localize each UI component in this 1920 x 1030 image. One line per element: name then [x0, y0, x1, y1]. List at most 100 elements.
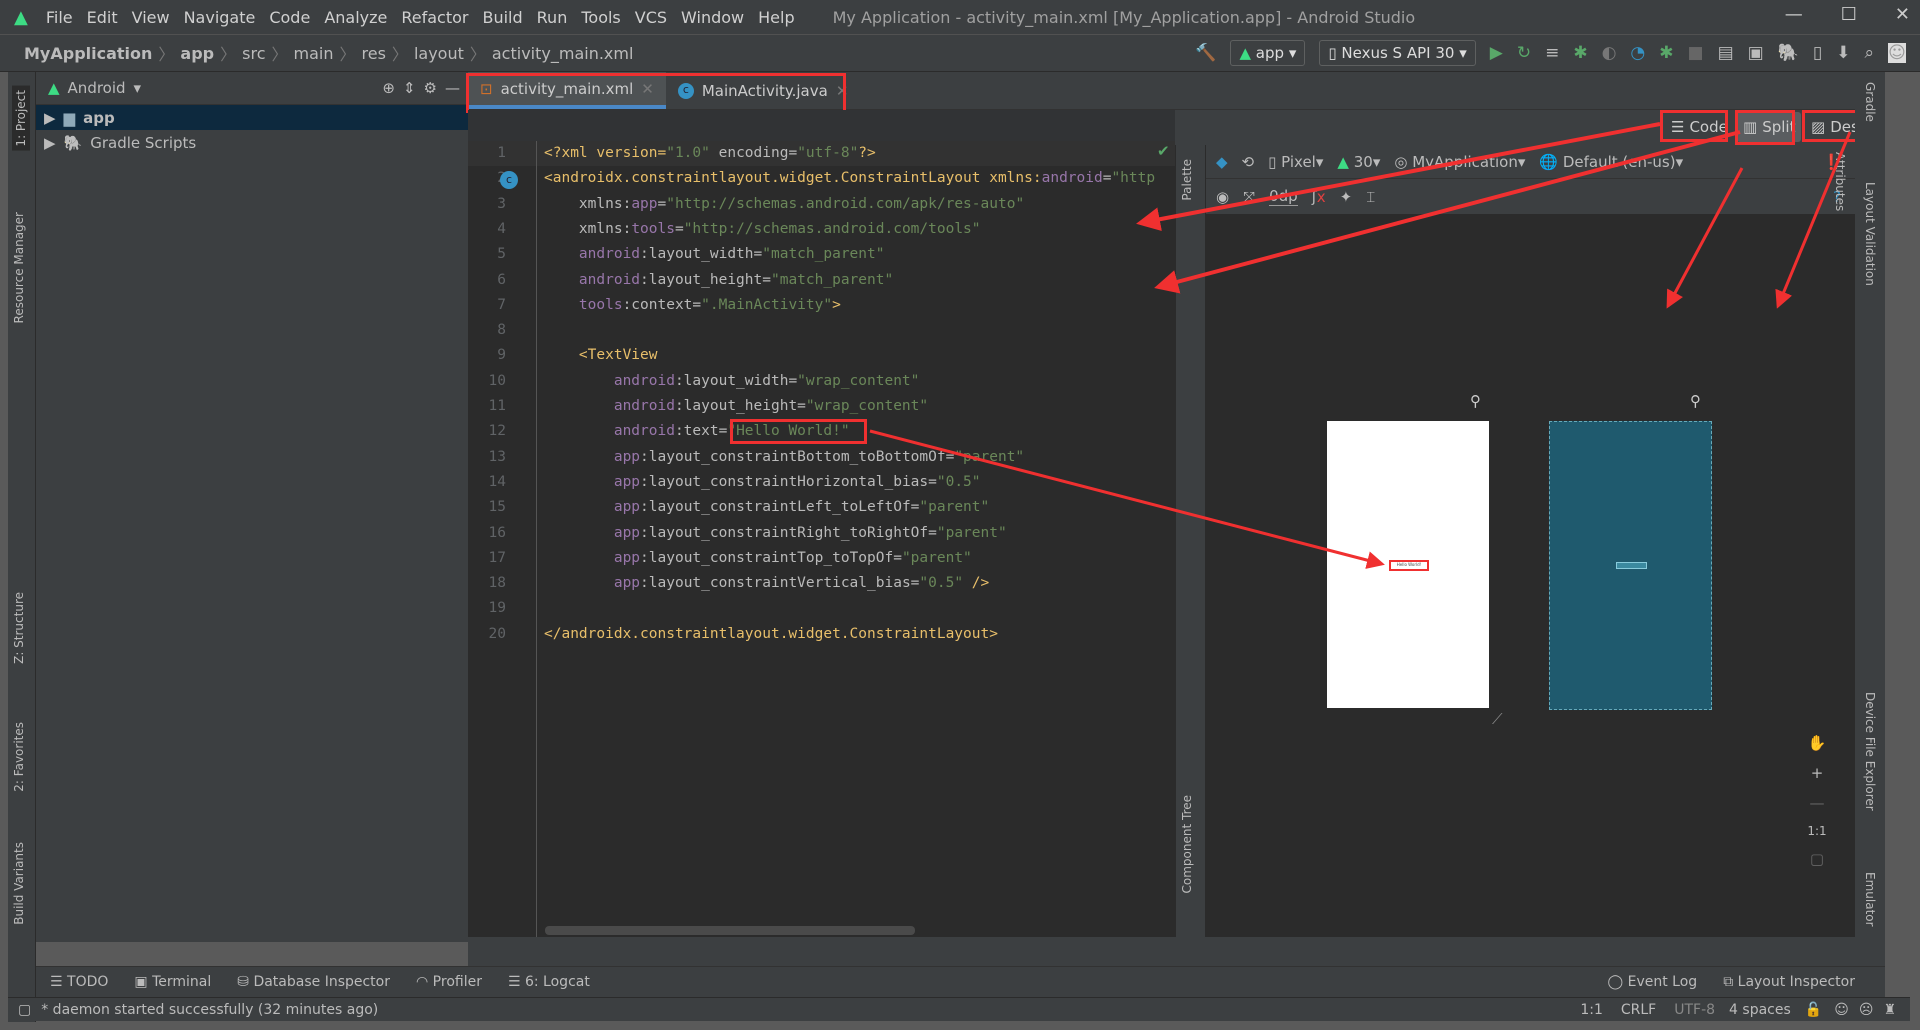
locate-icon[interactable]: ⊕ [382, 79, 395, 97]
apply-code-changes-icon[interactable]: ≡ [1545, 43, 1559, 63]
run-config-select[interactable]: ▲ app ▾ [1230, 40, 1306, 66]
toggle-tool-windows-icon[interactable]: ▢ [18, 1002, 31, 1018]
code-line[interactable]: 2<androidx.constraintlayout.widget.Const… [468, 166, 1175, 191]
code-line[interactable]: 17 app:layout_constraintTop_toTopOf="par… [468, 546, 1175, 571]
expand-arrow-icon[interactable]: ▶ [44, 109, 56, 127]
tree-item-app[interactable]: ▶ ▆ app [36, 105, 468, 130]
tool-favorites[interactable]: 2: Favorites [12, 722, 26, 792]
attach-debugger-icon[interactable]: ✱ [1659, 43, 1673, 63]
device-select[interactable]: ▯ Nexus S API 30 ▾ [1319, 40, 1476, 66]
expand-arrow-icon[interactable]: ▶ [44, 134, 56, 152]
tool-layout-validation[interactable]: Layout Validation [1863, 182, 1877, 286]
code-line[interactable]: 6 android:layout_height="match_parent" [468, 268, 1175, 293]
collapse-all-icon[interactable]: ⇕ [403, 79, 416, 97]
menu-view[interactable]: View [132, 8, 170, 27]
avatar[interactable]: ☺ [1888, 43, 1906, 63]
menu-file[interactable]: File [46, 8, 73, 27]
zoom-in-button[interactable]: + [1811, 764, 1824, 782]
tool-terminal[interactable]: ▣ Terminal [134, 974, 211, 990]
code-line[interactable]: 15 app:layout_constraintLeft_toLeftOf="p… [468, 495, 1175, 520]
hide-icon[interactable]: — [445, 79, 460, 97]
menu-analyze[interactable]: Analyze [324, 8, 387, 27]
tool-project[interactable]: 1: Project [12, 86, 30, 151]
line-separator[interactable]: CRLF [1621, 1002, 1656, 1018]
search-icon[interactable]: ⌕ [1864, 43, 1874, 63]
breadcrumb-item[interactable]: res [362, 44, 386, 63]
menu-code[interactable]: Code [269, 8, 310, 27]
code-line[interactable]: 3 xmlns:app="http://schemas.android.com/… [468, 192, 1175, 217]
code-line[interactable]: 4 xmlns:tools="http://schemas.android.co… [468, 217, 1175, 242]
menu-vcs[interactable]: VCS [635, 8, 667, 27]
breadcrumb-item[interactable]: MyApplication [24, 44, 152, 63]
frown-icon[interactable]: ☹ [1859, 1002, 1874, 1018]
tool-emulator[interactable]: Emulator [1863, 872, 1877, 927]
infer-constraints-icon[interactable]: ✦ [1340, 188, 1353, 206]
breadcrumb-item[interactable]: layout [414, 44, 464, 63]
device-select[interactable]: ▯ Pixel▾ [1268, 153, 1323, 171]
smile-icon[interactable]: ☺ [1834, 1002, 1849, 1018]
code-line[interactable]: 11 android:layout_height="wrap_content" [468, 394, 1175, 419]
breadcrumb-item[interactable]: main [294, 44, 334, 63]
menu-tools[interactable]: Tools [581, 8, 620, 27]
tool-attributes[interactable]: Attributes [1833, 152, 1847, 211]
blueprint-preview[interactable] [1549, 421, 1712, 710]
caret-position[interactable]: 1:1 [1580, 1002, 1603, 1018]
maximize-button[interactable]: ☐ [1841, 4, 1857, 25]
apply-changes-icon[interactable]: ↻ [1517, 43, 1531, 63]
autoconnect-icon[interactable]: ⤧ [1243, 188, 1255, 206]
inspector-icon[interactable]: ♜ [1883, 1002, 1896, 1018]
menu-run[interactable]: Run [537, 8, 568, 27]
guidelines-icon[interactable]: ⌶ [1366, 188, 1375, 206]
zoom-1to1-button[interactable]: 1:1 [1807, 824, 1826, 838]
menu-edit[interactable]: Edit [87, 8, 118, 27]
debug-icon[interactable]: ✱ [1573, 43, 1587, 63]
resize-handle-icon[interactable]: ⟋ [1492, 710, 1503, 728]
device-manager-icon[interactable]: ▯ [1813, 43, 1822, 63]
blueprint-textview[interactable] [1616, 562, 1647, 569]
breadcrumb-item[interactable]: src [242, 44, 265, 63]
code-line[interactable]: 5 android:layout_width="match_parent" [468, 242, 1175, 267]
zoom-out-button[interactable]: — [1810, 794, 1825, 812]
tool-palette[interactable]: Palette [1180, 159, 1194, 201]
tool-structure[interactable]: Z: Structure [12, 592, 26, 664]
design-preview[interactable]: Hello World! [1327, 421, 1489, 708]
coverage-icon[interactable]: ◐ [1602, 43, 1617, 63]
code-line[interactable]: 16 app:layout_constraintRight_toRightOf=… [468, 521, 1175, 546]
breadcrumb-item[interactable]: activity_main.xml [492, 44, 634, 63]
code-line[interactable]: 8 [468, 318, 1175, 343]
build-hammer-icon[interactable]: 🔨 [1195, 43, 1216, 63]
minimize-button[interactable]: — [1785, 4, 1803, 25]
code-line[interactable]: 1 <?xml version="1.0" encoding="utf-8"?> [468, 141, 1175, 166]
project-structure-icon[interactable]: ▤ [1718, 43, 1734, 63]
clear-constraints-icon[interactable]: ʃx [1312, 188, 1326, 206]
indent-setting[interactable]: 4 spaces [1729, 1002, 1791, 1018]
tool-resource-manager[interactable]: Resource Manager [12, 212, 26, 323]
chevron-down-icon[interactable]: ▾ [134, 79, 142, 97]
tool-logcat[interactable]: ☰ 6: Logcat [508, 974, 590, 990]
code-line[interactable]: 9 <TextView [468, 343, 1175, 368]
code-line[interactable]: 19 [468, 596, 1175, 621]
api-select[interactable]: ▲ 30▾ [1337, 153, 1380, 171]
status-message[interactable]: * daemon started successfully (32 minute… [41, 1002, 378, 1018]
tree-item-gradle-scripts[interactable]: ▶ 🐘 Gradle Scripts [36, 130, 468, 155]
default-margin[interactable]: 0dp [1269, 187, 1298, 206]
tool-device-file-explorer[interactable]: Device File Explorer [1863, 692, 1877, 811]
code-line[interactable]: 20 </androidx.constraintlayout.widget.Con… [468, 622, 1175, 647]
gear-icon[interactable]: ⚙ [424, 79, 437, 97]
tool-database-inspector[interactable]: ⛁ Database Inspector [237, 974, 390, 990]
code-line[interactable]: 14 app:layout_constraintHorizontal_bias=… [468, 470, 1175, 495]
menu-build[interactable]: Build [482, 8, 522, 27]
run-icon[interactable]: ▶ [1490, 43, 1503, 63]
eye-icon[interactable]: ◉ [1216, 188, 1229, 206]
tool-build-variants[interactable]: Build Variants [12, 842, 26, 925]
horizontal-scrollbar[interactable] [545, 926, 915, 935]
tool-layout-inspector[interactable]: ⧉ Layout Inspector [1723, 974, 1855, 990]
code-line[interactable]: 7 tools:context=".MainActivity"> [468, 293, 1175, 318]
menu-navigate[interactable]: Navigate [184, 8, 256, 27]
file-encoding[interactable]: UTF-8 [1674, 1002, 1715, 1018]
breadcrumb-item[interactable]: app [180, 44, 214, 63]
code-line[interactable]: 18 app:layout_constraintVertical_bias="0… [468, 571, 1175, 596]
design-canvas[interactable]: ⚲ Hello World! ⚲ ⟋ ✋ + — 1:1 ▢ [1206, 214, 1855, 937]
project-view-select[interactable]: Android [68, 79, 126, 97]
hello-world-textview[interactable]: Hello World! [1389, 560, 1429, 571]
